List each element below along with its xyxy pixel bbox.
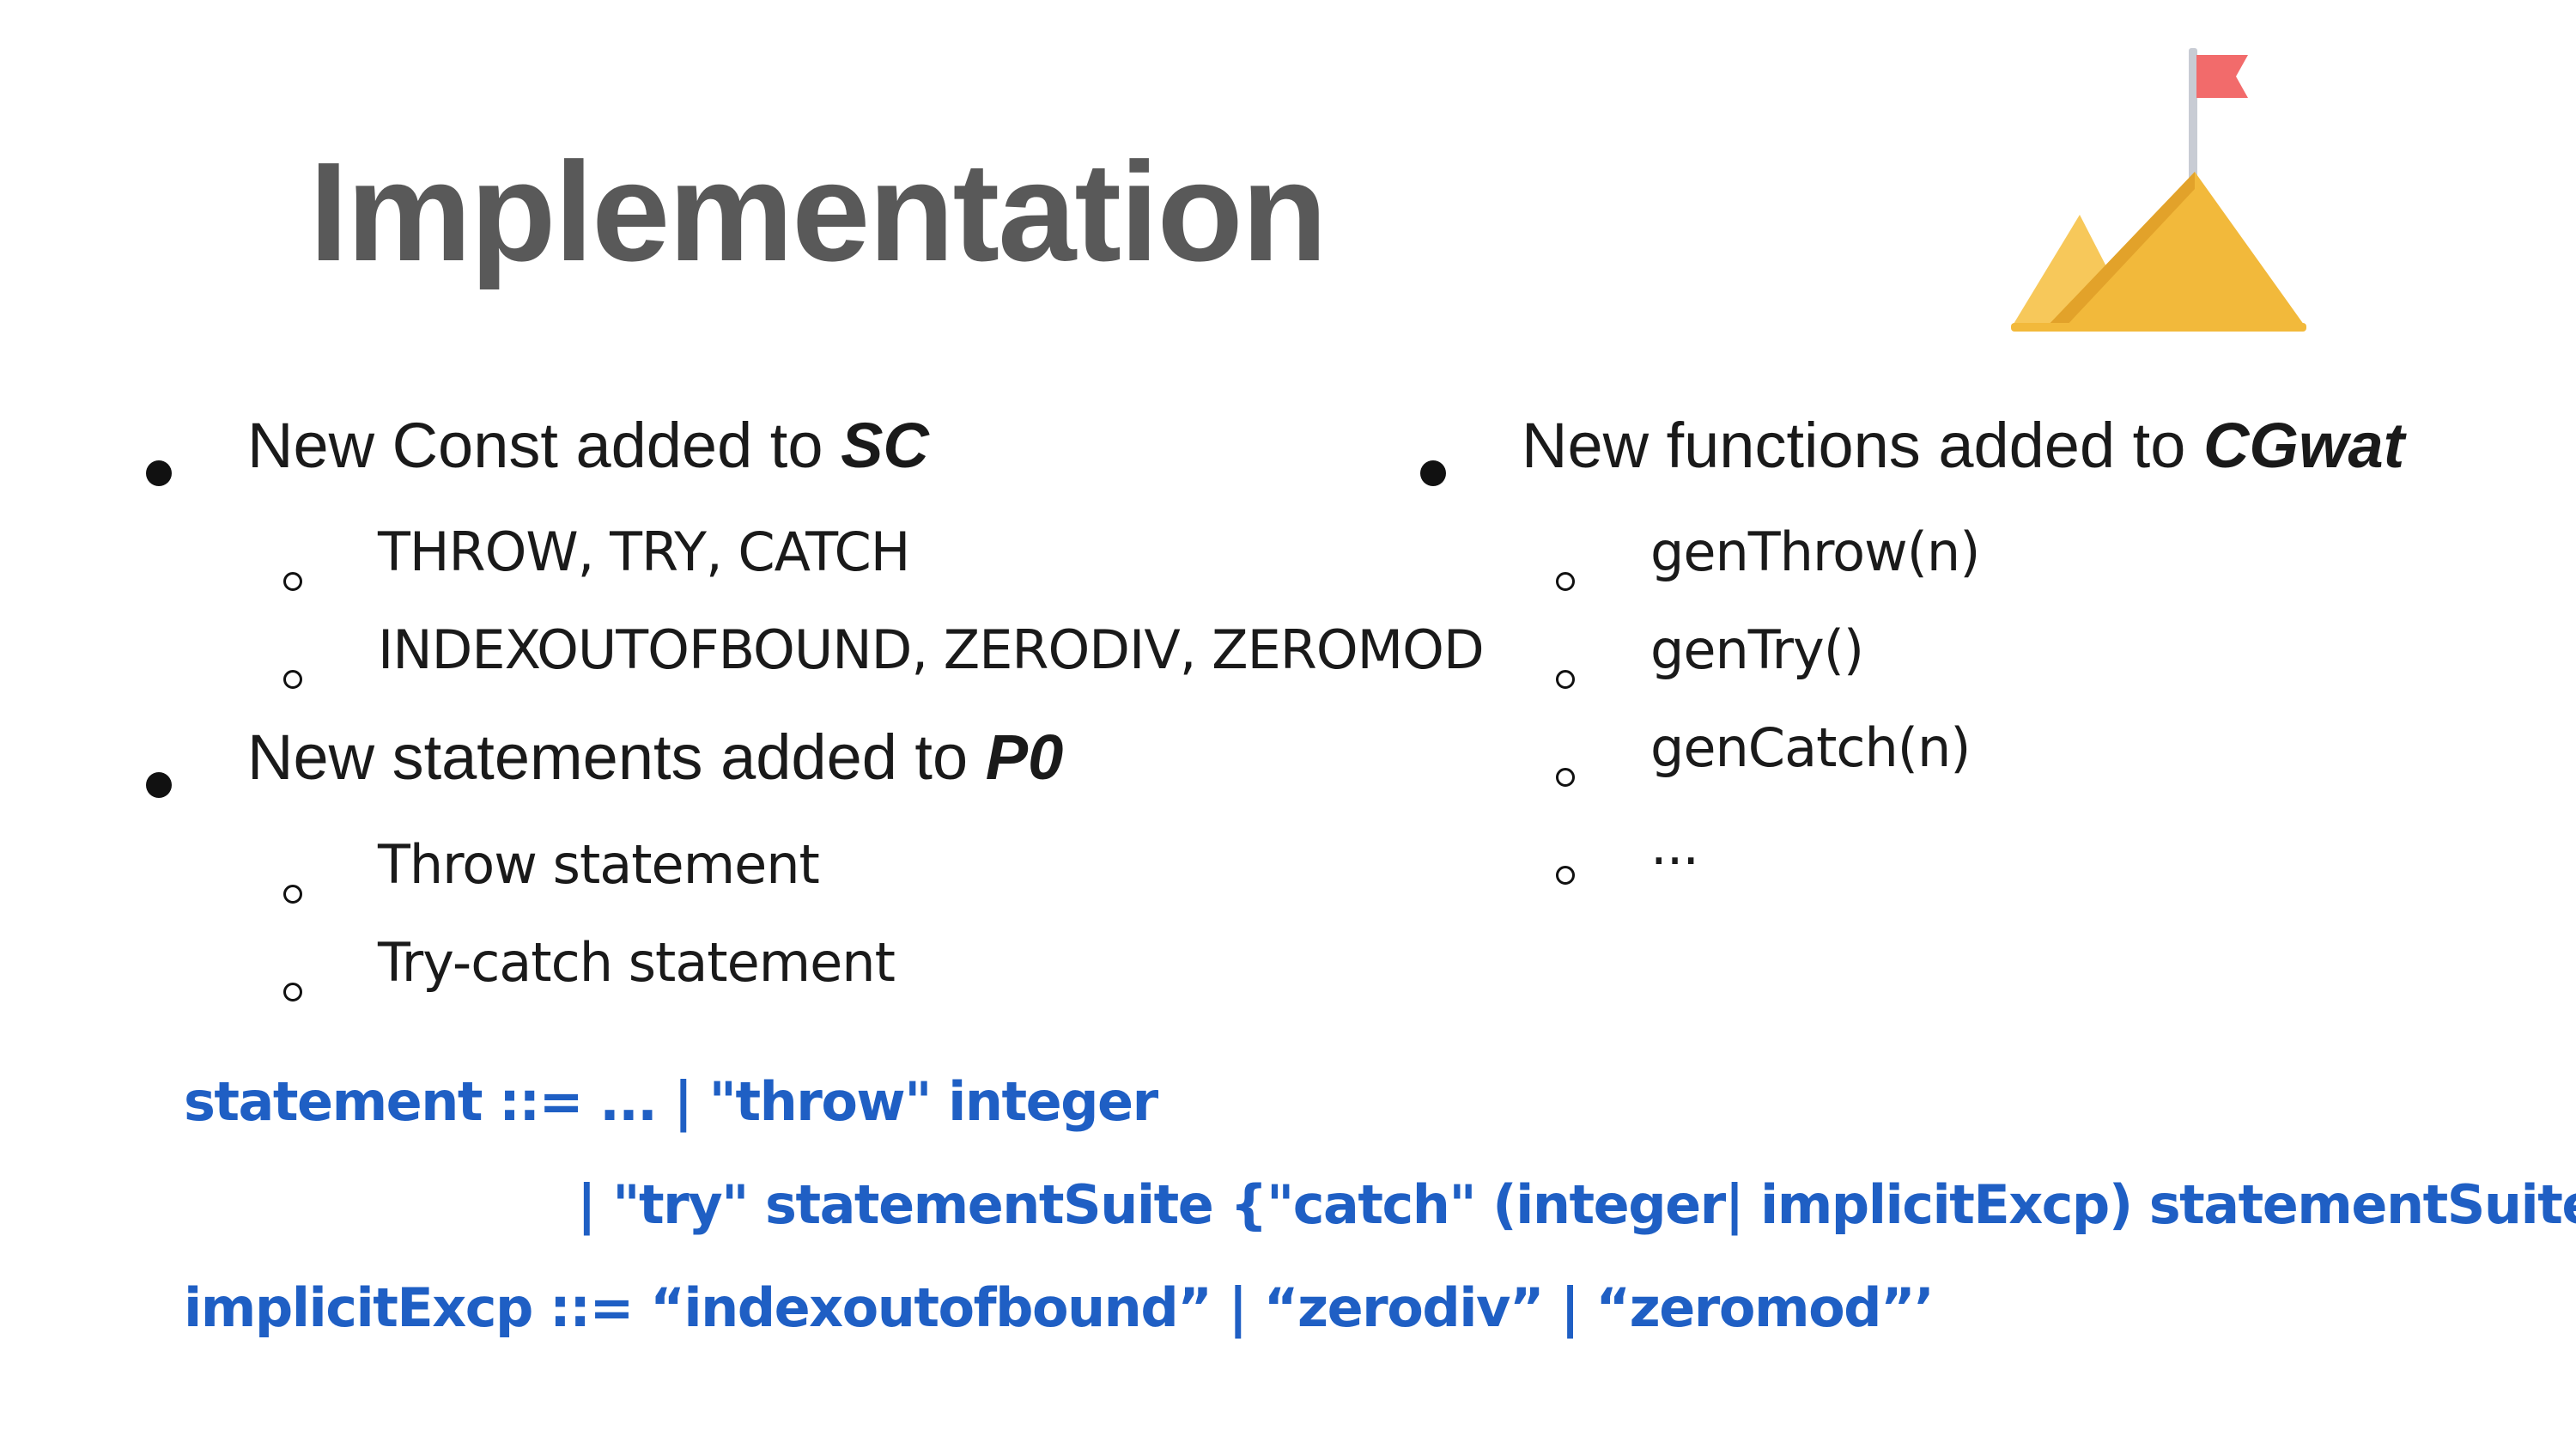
bullet-dot xyxy=(146,772,172,798)
sub-bullet-ring xyxy=(1556,572,1575,591)
bullet-emph: P0 xyxy=(985,721,1064,793)
sub-bullet-ring xyxy=(283,983,302,1002)
bullet-text: New Const added to xyxy=(247,410,841,481)
sub-bullet-ring xyxy=(283,670,302,689)
subitem-text: INDEXOUTOFBOUND, ZERODIV, ZEROMOD xyxy=(378,618,1485,681)
sub-bullet-ring xyxy=(283,885,302,904)
subitem-text: ... xyxy=(1650,814,1699,877)
slide-title: Implementation xyxy=(309,133,1327,290)
sub-bullet-ring xyxy=(1556,670,1575,689)
bullet-emph: SC xyxy=(841,410,929,481)
grammar-try-line: | "try" statementSuite {"catch" (integer… xyxy=(577,1173,2576,1236)
sub-bullet-ring xyxy=(283,572,302,591)
bullet-dot xyxy=(146,460,172,486)
mountain-flag-icon xyxy=(2011,48,2306,332)
bullet-text: New functions added to xyxy=(1522,410,2203,481)
grammar-statement-line: statement ::= ... | "throw" integer xyxy=(184,1070,1158,1133)
sub-bullet-ring xyxy=(1556,866,1575,885)
subitem-text: Throw statement xyxy=(378,833,820,896)
subitem-text: THROW, TRY, CATCH xyxy=(378,521,910,583)
subitem-text: genTry() xyxy=(1650,618,1864,681)
grammar-implicit-excp-line: implicitExcp ::= “indexoutofbound” | “ze… xyxy=(184,1276,1935,1339)
subitem-text: genThrow(n) xyxy=(1650,521,1980,583)
bullet-dot xyxy=(1420,460,1446,486)
subitem-text: Try-catch statement xyxy=(378,931,896,994)
subitem-text: genCatch(n) xyxy=(1650,716,1971,779)
bullet-emph: CGwat xyxy=(2202,410,2405,481)
mountain-base xyxy=(2011,323,2306,332)
bullet-text: New statements added to xyxy=(247,721,986,793)
flag xyxy=(2196,55,2248,98)
sub-bullet-ring xyxy=(1556,768,1575,787)
